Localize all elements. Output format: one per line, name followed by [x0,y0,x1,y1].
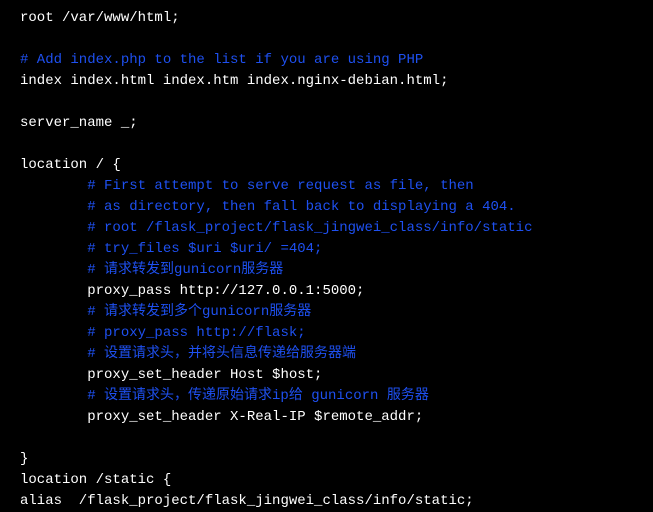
comment-line: # 设置请求头，并将头信息传递给服务器端 [20,344,645,365]
config-line: alias /flask_project/flask_jingwei_class… [20,491,645,512]
config-line: root /var/www/html; [20,8,645,29]
config-line: proxy_set_header Host $host; [20,365,645,386]
comment-line: # 请求转发到gunicorn服务器 [20,260,645,281]
blank-line [20,428,645,449]
config-line: proxy_pass http://127.0.0.1:5000; [20,281,645,302]
comment-line: # root /flask_project/flask_jingwei_clas… [20,218,645,239]
config-line: server_name _; [20,113,645,134]
blank-line [20,134,645,155]
blank-line [20,29,645,50]
comment-line: # Add index.php to the list if you are u… [20,50,645,71]
comment-line: # as directory, then fall back to displa… [20,197,645,218]
comment-line: # 请求转发到多个gunicorn服务器 [20,302,645,323]
config-line: index index.html index.htm index.nginx-d… [20,71,645,92]
config-line: location /static { [20,470,645,491]
comment-line: # 设置请求头，传递原始请求ip给 gunicorn 服务器 [20,386,645,407]
comment-line: # proxy_pass http://flask; [20,323,645,344]
comment-line: # try_files $uri $uri/ =404; [20,239,645,260]
config-line: location / { [20,155,645,176]
blank-line [20,92,645,113]
config-line: proxy_set_header X-Real-IP $remote_addr; [20,407,645,428]
config-line: } [20,449,645,470]
comment-line: # First attempt to serve request as file… [20,176,645,197]
